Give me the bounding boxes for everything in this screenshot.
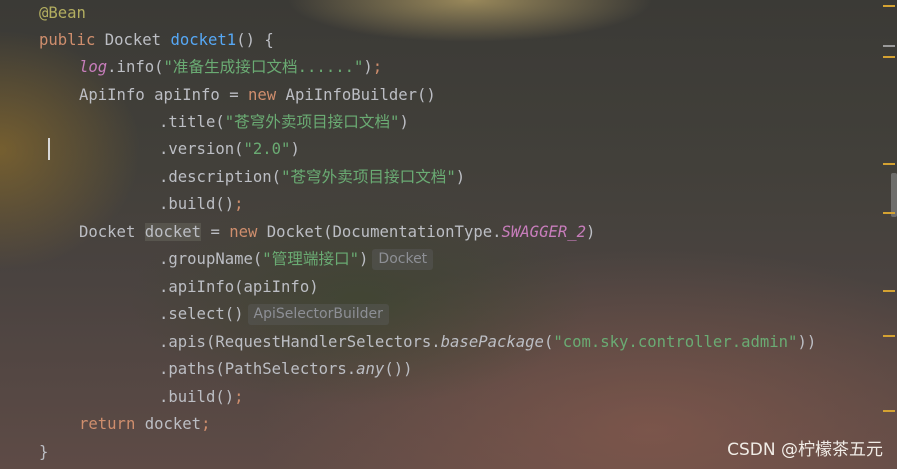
- scrollbar-marker[interactable]: [883, 290, 895, 292]
- static-method: any: [356, 360, 385, 378]
- string-literal: "苍穹外卖项目接口文档": [224, 113, 400, 131]
- code-text: ): [359, 250, 369, 268]
- code-text: .select(): [159, 305, 244, 323]
- keyword: public: [39, 31, 96, 49]
- string-literal: "2.0": [243, 140, 291, 158]
- semicolon: ;: [234, 388, 244, 406]
- code-line-6: .version("2.0"): [159, 136, 300, 163]
- code-text: .apiInfo(apiInfo): [159, 278, 319, 296]
- field-name: log: [79, 58, 108, 76]
- type-name: Docket: [104, 31, 162, 49]
- code-text: docket: [135, 415, 202, 433]
- code-text: ): [363, 58, 373, 76]
- code-text: )): [797, 333, 817, 351]
- code-text: .paths(PathSelectors.: [159, 360, 357, 378]
- code-line-13: .apis(RequestHandlerSelectors.basePackag…: [159, 329, 816, 356]
- semicolon: ;: [234, 195, 244, 213]
- scrollbar-marker[interactable]: [883, 410, 895, 412]
- code-text: ): [290, 140, 300, 158]
- code-text: .build(): [159, 388, 235, 406]
- code-text: =: [201, 223, 230, 241]
- keyword: return: [79, 415, 136, 433]
- scrollbar-marker[interactable]: [883, 335, 895, 337]
- type-inlay-hint: ApiSelectorBuilder: [247, 304, 389, 325]
- code-line-8: .build();: [159, 191, 244, 218]
- static-method: basePackage: [440, 333, 544, 351]
- code-text: .groupName(: [159, 250, 263, 268]
- code-line-9: Docket docket = new Docket(Documentation…: [79, 219, 595, 246]
- code-text: .description(: [159, 168, 282, 186]
- code-line-16: return docket;: [79, 411, 210, 438]
- code-text: ApiInfo apiInfo =: [79, 86, 248, 104]
- type-inlay-hint: Docket: [372, 249, 434, 270]
- string-literal: "管理端接口": [262, 250, 360, 268]
- code-line-1: @Bean: [39, 0, 86, 27]
- scrollbar-thumb[interactable]: [891, 173, 897, 217]
- code-text: ): [455, 168, 466, 186]
- watermark: CSDN @柠檬茶五元: [727, 440, 883, 460]
- code-line-15: .build();: [159, 384, 244, 411]
- code-text: () {: [236, 31, 274, 49]
- code-line-7: .description("苍穹外卖项目接口文档"): [159, 164, 465, 191]
- annotation: @Bean: [39, 4, 86, 22]
- code-line-5: .title("苍穹外卖项目接口文档"): [159, 109, 409, 136]
- code-text: ()): [384, 360, 413, 378]
- code-text: }: [39, 443, 49, 461]
- code-text: .title(: [159, 113, 225, 131]
- string-literal: "com.sky.controller.admin": [553, 333, 798, 351]
- code-line-4: ApiInfo apiInfo = new ApiInfoBuilder(): [79, 82, 436, 109]
- code-line-2: public Docket docket1() {: [39, 27, 274, 54]
- scrollbar-marker[interactable]: [883, 45, 895, 47]
- scrollbar-marker[interactable]: [883, 5, 895, 7]
- code-text: Docket(DocumentationType.: [257, 223, 502, 241]
- code-line-3: log.info("准备生成接口文档......");: [79, 54, 382, 81]
- code-line-17: }: [39, 439, 48, 466]
- string-literal: "苍穹外卖项目接口文档": [281, 168, 456, 186]
- semicolon: ;: [201, 415, 211, 433]
- code-line-10: .groupName("管理端接口") Docket: [159, 246, 434, 273]
- scrollbar-marker[interactable]: [883, 212, 895, 214]
- highlighted-variable: docket: [144, 223, 202, 241]
- scrollbar-marker[interactable]: [883, 163, 895, 165]
- editor-scrollbar[interactable]: [879, 0, 897, 469]
- code-text: ): [399, 113, 409, 131]
- code-line-11: .apiInfo(apiInfo): [159, 274, 319, 301]
- code-text: ): [586, 223, 596, 241]
- code-line-12: .select() ApiSelectorBuilder: [159, 301, 389, 328]
- code-editor[interactable]: @Bean public Docket docket1() { log.info…: [0, 0, 879, 469]
- string-literal: "准备生成接口文档......": [163, 58, 364, 76]
- code-text: .build(): [159, 195, 235, 213]
- code-line-14: .paths(PathSelectors.any()): [159, 356, 413, 383]
- keyword: new: [248, 86, 277, 104]
- type-name: Docket: [79, 223, 145, 241]
- semicolon: ;: [372, 58, 383, 76]
- code-text: (: [543, 333, 554, 351]
- code-text: .info(: [107, 58, 164, 76]
- code-text: ApiInfoBuilder(): [276, 86, 436, 104]
- keyword: new: [229, 223, 258, 241]
- static-constant: SWAGGER_2: [501, 223, 587, 241]
- scrollbar-marker[interactable]: [883, 56, 895, 58]
- text-caret: [48, 138, 50, 160]
- code-text: .version(: [159, 140, 244, 158]
- method-name: docket1: [170, 31, 237, 49]
- code-text: .apis(RequestHandlerSelectors.: [159, 333, 441, 351]
